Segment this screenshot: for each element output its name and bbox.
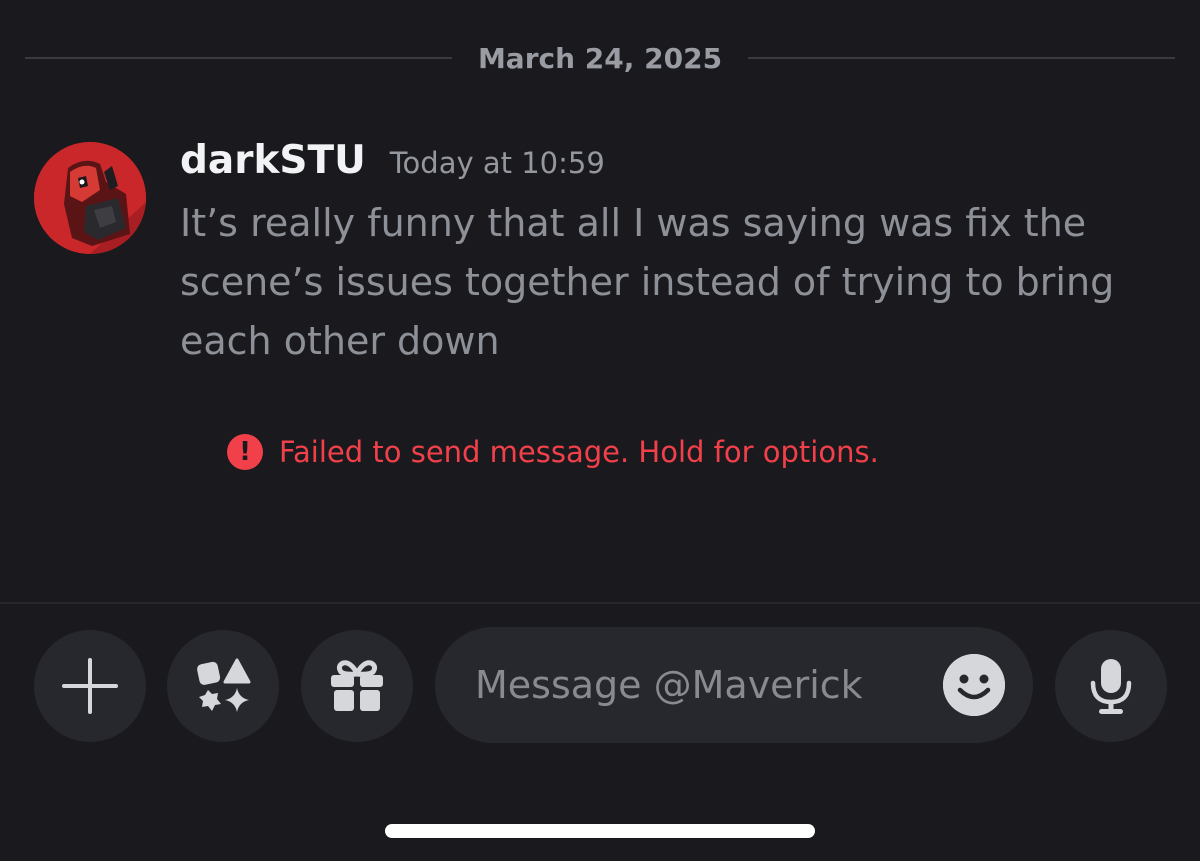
composer-divider	[0, 602, 1200, 604]
date-label: March 24, 2025	[477, 41, 723, 75]
message-header: darkSTU Today at 10:59	[180, 138, 605, 190]
timestamp: Today at 10:59	[389, 146, 605, 180]
gift-icon	[331, 660, 383, 711]
error-icon: !	[227, 434, 263, 470]
voice-button[interactable]	[1055, 630, 1167, 742]
date-divider: March 24, 2025	[25, 36, 1175, 80]
attach-button[interactable]	[34, 630, 146, 742]
emoji-icon	[943, 654, 1005, 716]
microphone-icon	[1090, 659, 1132, 714]
home-indicator[interactable]	[385, 824, 815, 838]
apps-icon	[197, 658, 251, 712]
username[interactable]: darkSTU	[180, 138, 366, 183]
error-text: Failed to send message. Hold for options…	[279, 435, 879, 469]
divider-line-left	[25, 57, 452, 59]
avatar-image	[34, 142, 146, 254]
divider-line-right	[748, 57, 1175, 59]
send-error[interactable]: ! Failed to send message. Hold for optio…	[227, 431, 879, 473]
gift-button[interactable]	[301, 630, 413, 742]
message-input-placeholder: Message @Maverick	[475, 663, 863, 707]
emoji-button[interactable]	[943, 654, 1005, 716]
avatar[interactable]	[34, 142, 146, 254]
plus-icon	[62, 658, 118, 714]
dm-chat-screen: March 24, 2025 darkSTU Today at 10:59 It…	[0, 0, 1200, 861]
message-text: It’s really funny that all I was saying …	[180, 201, 1115, 363]
apps-button[interactable]	[167, 630, 279, 742]
